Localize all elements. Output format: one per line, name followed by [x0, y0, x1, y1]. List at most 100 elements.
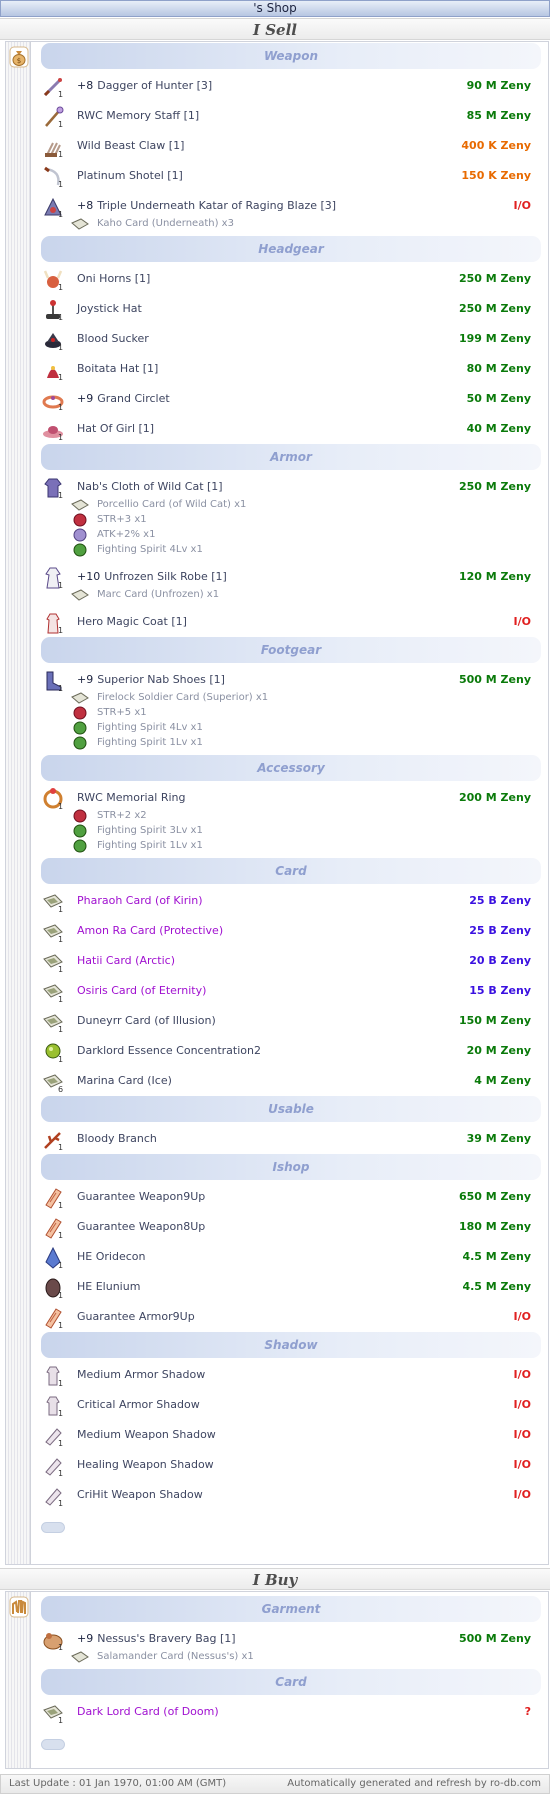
item-name-text: Wild Beast Claw [1] [77, 139, 185, 152]
item-quantity: 1 [58, 1469, 64, 1478]
item-name[interactable]: Hero Magic Coat [1] [77, 615, 187, 628]
item-row[interactable]: 1 Joystick Hat 250 M Zeny [41, 298, 531, 322]
item-name[interactable]: Oni Horns [1] [77, 272, 150, 285]
item-row[interactable]: 1 Duneyrr Card (of Illusion) 150 M Zeny [41, 1010, 531, 1034]
item-price: 150 M Zeny [458, 1014, 531, 1027]
buy-heading: I Buy [0, 1568, 550, 1590]
item-name[interactable]: Duneyrr Card (of Illusion) [77, 1014, 216, 1027]
item-row[interactable]: 1 HE Oridecon 4.5 M Zeny [41, 1246, 531, 1270]
item-name[interactable]: Guarantee Weapon8Up [77, 1220, 205, 1233]
item-name[interactable]: HE Elunium [77, 1280, 140, 1293]
item-price: 15 B Zeny [469, 984, 531, 997]
item-row[interactable]: 1 Osiris Card (of Eternity) 15 B Zeny [41, 980, 531, 1004]
item-row[interactable]: 1 Oni Horns [1] 250 M Zeny [41, 268, 531, 292]
item-row[interactable]: 1 Hatii Card (Arctic) 20 B Zeny [41, 950, 531, 974]
item-row[interactable]: 1 Bloody Branch 39 M Zeny [41, 1128, 531, 1152]
option-text: Kaho Card (Underneath) x3 [97, 218, 234, 229]
item-name[interactable]: HE Oridecon [77, 1250, 145, 1263]
item-quantity: 1 [58, 1291, 64, 1300]
item-name-text: Bloody Branch [77, 1132, 157, 1145]
item-quantity: 1 [58, 1025, 64, 1034]
item-name[interactable]: Medium Weapon Shadow [77, 1428, 216, 1441]
item-quantity: 1 [58, 1143, 64, 1152]
option-text: Fighting Spirit 1Lv x1 [97, 840, 203, 851]
item-name[interactable]: Guarantee Armor9Up [77, 1310, 195, 1323]
item-row[interactable]: 1 Pharaoh Card (of Kirin) 25 B Zeny [41, 890, 531, 914]
item-name[interactable]: Joystick Hat [77, 302, 142, 315]
item-option: ATK+2% x1 [71, 528, 531, 543]
item-row[interactable]: 1 RWC Memory Staff [1] 85 M Zeny [41, 105, 531, 129]
item-row[interactable]: 1 Guarantee Weapon8Up 180 M Zeny [41, 1216, 531, 1240]
item-name[interactable]: Osiris Card (of Eternity) [77, 984, 206, 997]
item-row[interactable]: 1 Hero Magic Coat [1] I/O [41, 611, 531, 635]
item-name[interactable]: +10 Unfrozen Silk Robe [1] [77, 570, 227, 583]
item-name[interactable]: RWC Memory Staff [1] [77, 109, 199, 122]
item-row[interactable]: 1 Healing Weapon Shadow I/O [41, 1454, 531, 1478]
item-row[interactable]: 1 +10 Unfrozen Silk Robe [1] 120 M Zeny [41, 566, 531, 590]
option-text: STR+2 x2 [97, 810, 147, 821]
item-row[interactable]: 1 Blood Sucker 199 M Zeny [41, 328, 531, 352]
item-row[interactable]: 1 Medium Armor Shadow I/O [41, 1364, 531, 1388]
item-row[interactable]: 1 +8 Triple Underneath Katar of Raging Bla… [41, 195, 531, 219]
item-name[interactable]: Bloody Branch [77, 1132, 157, 1145]
item-name[interactable]: Nab's Cloth of Wild Cat [1] [77, 480, 223, 493]
item-name[interactable]: Marina Card (Ice) [77, 1074, 172, 1087]
item-row[interactable]: 1 HE Elunium 4.5 M Zeny [41, 1276, 531, 1300]
item-row[interactable]: 1 Hat Of Girl [1] 40 M Zeny [41, 418, 531, 442]
item-row[interactable]: 1 Darklord Essence Concentration2 20 M Zen… [41, 1040, 531, 1064]
item-name[interactable]: +9 Grand Circlet [77, 392, 170, 405]
item-name[interactable]: Blood Sucker [77, 332, 149, 345]
item-name[interactable]: CriHit Weapon Shadow [77, 1488, 203, 1501]
item-name[interactable]: Boitata Hat [1] [77, 362, 158, 375]
item-name[interactable]: Guarantee Weapon9Up [77, 1190, 205, 1203]
item-quantity: 1 [58, 1439, 64, 1448]
item-name[interactable]: +9 Superior Nab Shoes [1] [77, 673, 225, 686]
item-row[interactable]: 1 +9 Nessus's Bravery Bag [1] 500 M Zeny [41, 1628, 531, 1652]
item-row[interactable]: 1 Amon Ra Card (Protective) 25 B Zeny [41, 920, 531, 944]
item-name[interactable]: Dark Lord Card (of Doom) [77, 1705, 219, 1718]
item-option: Firelock Soldier Card (Superior) x1 [71, 691, 531, 706]
item-quantity: 1 [58, 626, 64, 635]
item-price: 39 M Zeny [466, 1132, 531, 1145]
item-row[interactable]: 1 Critical Armor Shadow I/O [41, 1394, 531, 1418]
item-name[interactable]: +8 Triple Underneath Katar of Raging Blaz… [77, 199, 336, 212]
item-row[interactable]: 1 Guarantee Weapon9Up 650 M Zeny [41, 1186, 531, 1210]
item-name[interactable]: Healing Weapon Shadow [77, 1458, 214, 1471]
option-text: STR+5 x1 [97, 707, 147, 718]
item-name[interactable]: RWC Memorial Ring [77, 791, 185, 804]
item-option: Marc Card (Unfrozen) x1 [71, 588, 531, 603]
item-row[interactable]: 1 +9 Superior Nab Shoes [1] 500 M Zeny [41, 669, 531, 693]
item-name[interactable]: Wild Beast Claw [1] [77, 139, 184, 152]
item-name-text: RWC Memorial Ring [77, 791, 186, 804]
item-name[interactable]: Darklord Essence Concentration2 [77, 1044, 261, 1057]
item-name[interactable]: Pharaoh Card (of Kirin) [77, 894, 203, 907]
option-text: Fighting Spirit 1Lv x1 [97, 737, 203, 748]
item-name[interactable]: Platinum Shotel [1] [77, 169, 183, 182]
item-name[interactable]: Medium Armor Shadow [77, 1368, 205, 1381]
item-name[interactable]: Critical Armor Shadow [77, 1398, 200, 1411]
item-row[interactable]: 1 Boitata Hat [1] 80 M Zeny [41, 358, 531, 382]
item-price: 200 M Zeny [458, 791, 531, 804]
item-row[interactable]: 1 Nab's Cloth of Wild Cat [1] 250 M Zeny [41, 476, 531, 500]
category-header-armor: Armor [41, 444, 541, 470]
item-row[interactable]: 1 Platinum Shotel [1] 150 K Zeny [41, 165, 531, 189]
item-name[interactable]: Hat Of Girl [1] [77, 422, 154, 435]
category-header-shadow: Shadow [41, 1332, 541, 1358]
item-name-text: Unfrozen Silk Robe [1] [104, 570, 227, 583]
item-row[interactable]: 1 Guarantee Armor9Up I/O [41, 1306, 531, 1330]
item-name[interactable]: +9 Nessus's Bravery Bag [1] [77, 1632, 236, 1645]
item-row[interactable]: 1 Medium Weapon Shadow I/O [41, 1424, 531, 1448]
item-row[interactable]: 6 Marina Card (Ice) 4 M Zeny [41, 1070, 531, 1094]
item-row[interactable]: 1 CriHit Weapon Shadow I/O [41, 1484, 531, 1508]
last-update: Last Update : 01 Jan 1970, 01:00 AM (GMT… [9, 1778, 227, 1789]
item-name[interactable]: Amon Ra Card (Protective) [77, 924, 223, 937]
item-name[interactable]: +8 Dagger of Hunter [3] [77, 79, 212, 92]
item-name[interactable]: Hatii Card (Arctic) [77, 954, 175, 967]
item-quantity: 1 [58, 491, 64, 500]
item-row[interactable]: 1 +8 Dagger of Hunter [3] 90 M Zeny [41, 75, 531, 99]
hands-icon [9, 1596, 29, 1618]
item-row[interactable]: 1 RWC Memorial Ring 200 M Zeny [41, 787, 531, 811]
item-row[interactable]: 1 Dark Lord Card (of Doom)? [41, 1701, 531, 1725]
item-row[interactable]: 1 Wild Beast Claw [1] 400 K Zeny [41, 135, 531, 159]
item-row[interactable]: 1 +9 Grand Circlet 50 M Zeny [41, 388, 531, 412]
